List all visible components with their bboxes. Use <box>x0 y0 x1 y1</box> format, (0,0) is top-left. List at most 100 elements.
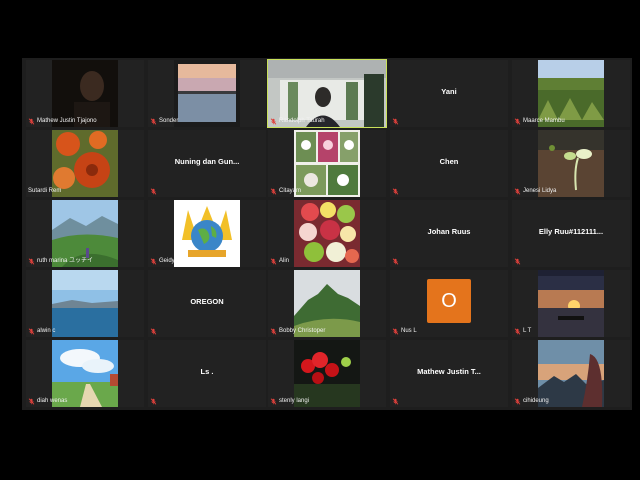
participant-name-label: Geidy <box>150 257 175 265</box>
participant-name-label <box>150 328 157 335</box>
participant-tile[interactable]: Sutardi Rem <box>26 130 144 197</box>
participant-name-label: Nus L <box>392 327 417 335</box>
participant-name: Bobby Christoper <box>279 328 326 334</box>
participant-tile[interactable]: OREGON <box>148 270 266 337</box>
mic-muted-icon <box>150 398 157 405</box>
participant-name: Mathew Justin Tjajono <box>37 118 97 124</box>
participant-name-label: Sonder <box>150 117 178 125</box>
participant-name: stenly langi <box>279 398 310 404</box>
participant-photo <box>52 130 118 197</box>
participant-tile[interactable]: Jenesi Lidya <box>512 130 630 197</box>
participant-tile[interactable]: O Nus L <box>390 270 508 337</box>
mic-muted-icon <box>150 118 157 125</box>
participant-photo <box>294 130 360 197</box>
participant-photo <box>174 60 240 127</box>
participant-name: Alin <box>279 258 290 264</box>
participant-name-label <box>150 398 157 405</box>
participant-tile[interactable]: alwin c <box>26 270 144 337</box>
participant-name: Citayam <box>279 188 302 194</box>
participant-name: Nus L <box>401 328 417 334</box>
participant-name-label: diah wenas <box>28 397 67 405</box>
participant-name-label: Alin <box>270 257 289 265</box>
participant-tile[interactable]: diah wenas <box>26 340 144 407</box>
participant-tile[interactable]: Chen <box>390 130 508 197</box>
participant-name-label <box>392 118 399 125</box>
mic-muted-icon <box>270 328 277 335</box>
participant-name: Sonder <box>159 118 179 124</box>
participant-display-name: Ls . <box>200 367 214 376</box>
participant-tile[interactable]: Bobby Christoper <box>268 270 386 337</box>
participant-display-name: Johan Ruus <box>427 227 471 236</box>
participant-name: ruth marina ユッチイ <box>37 258 94 264</box>
mic-muted-icon <box>270 118 277 125</box>
participant-name: alwin c <box>37 328 56 334</box>
participant-tile[interactable]: Nuning dan Gun... <box>148 130 266 197</box>
participant-name-label: stenly langi <box>270 397 309 405</box>
participant-photo <box>294 200 360 267</box>
participant-tile[interactable]: Elly Ruu#112111... <box>512 200 630 267</box>
participant-name-label <box>514 258 521 265</box>
participant-name-label <box>392 188 399 195</box>
participant-tile[interactable]: Mathew Justin T... <box>390 340 508 407</box>
participant-tile[interactable]: Alin <box>268 200 386 267</box>
participant-display-name: Chen <box>439 157 459 166</box>
participant-tile[interactable]: ruth marina ユッチイ <box>26 200 144 267</box>
participant-name: diah wenas <box>37 398 68 404</box>
participant-tile[interactable]: Johan Ruus <box>390 200 508 267</box>
mic-muted-icon <box>28 258 35 265</box>
mic-muted-icon <box>514 258 521 265</box>
mic-muted-icon <box>270 258 277 265</box>
participant-display-name: Nuning dan Gun... <box>174 157 240 166</box>
mic-muted-icon <box>392 118 399 125</box>
mic-muted-icon <box>270 398 277 405</box>
mic-muted-icon <box>270 188 277 195</box>
participant-name: L T <box>523 328 532 334</box>
participant-name-label <box>392 258 399 265</box>
participant-tile[interactable]: L T <box>512 270 630 337</box>
mic-muted-icon <box>28 328 35 335</box>
participant-name-label: Maarce Mambu <box>514 117 565 125</box>
participant-name: Maarce Mambu <box>523 118 565 124</box>
mic-muted-icon <box>514 398 521 405</box>
participant-name-label: L T <box>514 327 531 335</box>
mic-muted-icon <box>514 328 521 335</box>
mic-muted-icon <box>150 328 157 335</box>
avatar: O <box>427 279 471 323</box>
mic-muted-icon <box>392 398 399 405</box>
participant-name: Sutardi Rem <box>28 188 62 194</box>
participant-tile[interactable]: cihideung <box>512 340 630 407</box>
mic-muted-icon <box>28 398 35 405</box>
participant-photo <box>174 200 240 267</box>
participant-photo <box>538 270 604 337</box>
participant-name-label: Randolph Taurah <box>270 117 325 125</box>
participant-display-name: Yani <box>441 87 457 96</box>
participant-name-label: Sutardi Rem <box>28 187 61 195</box>
participant-tile[interactable]: Yani <box>390 60 508 127</box>
participant-name-label <box>150 188 157 195</box>
participant-tile[interactable]: Randolph Taurah <box>267 59 387 128</box>
participant-tile[interactable]: Citayam <box>268 130 386 197</box>
mic-muted-icon <box>514 188 521 195</box>
participant-name: Jenesi Lidya <box>523 188 557 194</box>
participant-name-label: alwin c <box>28 327 55 335</box>
mic-muted-icon <box>392 188 399 195</box>
participant-display-name: Elly Ruu#112111... <box>538 227 604 236</box>
participant-tile[interactable]: Sonder <box>148 60 266 127</box>
participant-name: cihideung <box>523 398 549 404</box>
participant-name-label <box>392 398 399 405</box>
participant-tile[interactable]: Ls . <box>148 340 266 407</box>
mic-muted-icon <box>28 118 35 125</box>
mic-muted-icon <box>150 188 157 195</box>
mic-muted-icon <box>150 258 157 265</box>
participant-display-name: OREGON <box>190 297 224 306</box>
participant-tile[interactable]: stenly langi <box>268 340 386 407</box>
participant-tile[interactable]: Geidy <box>148 200 266 267</box>
participant-tile[interactable]: Maarce Mambu <box>512 60 630 127</box>
participant-name-label: Bobby Christoper <box>270 327 325 335</box>
participant-tile[interactable]: Mathew Justin Tjajono <box>26 60 144 127</box>
participant-display-name: Mathew Justin T... <box>417 367 481 376</box>
participant-name: Geidy <box>159 258 175 264</box>
gallery-view: Mathew Justin Tjajono Sonder Randolph Taur… <box>22 58 632 410</box>
mic-muted-icon <box>514 118 521 125</box>
participant-name: Randolph Taurah <box>279 118 325 124</box>
